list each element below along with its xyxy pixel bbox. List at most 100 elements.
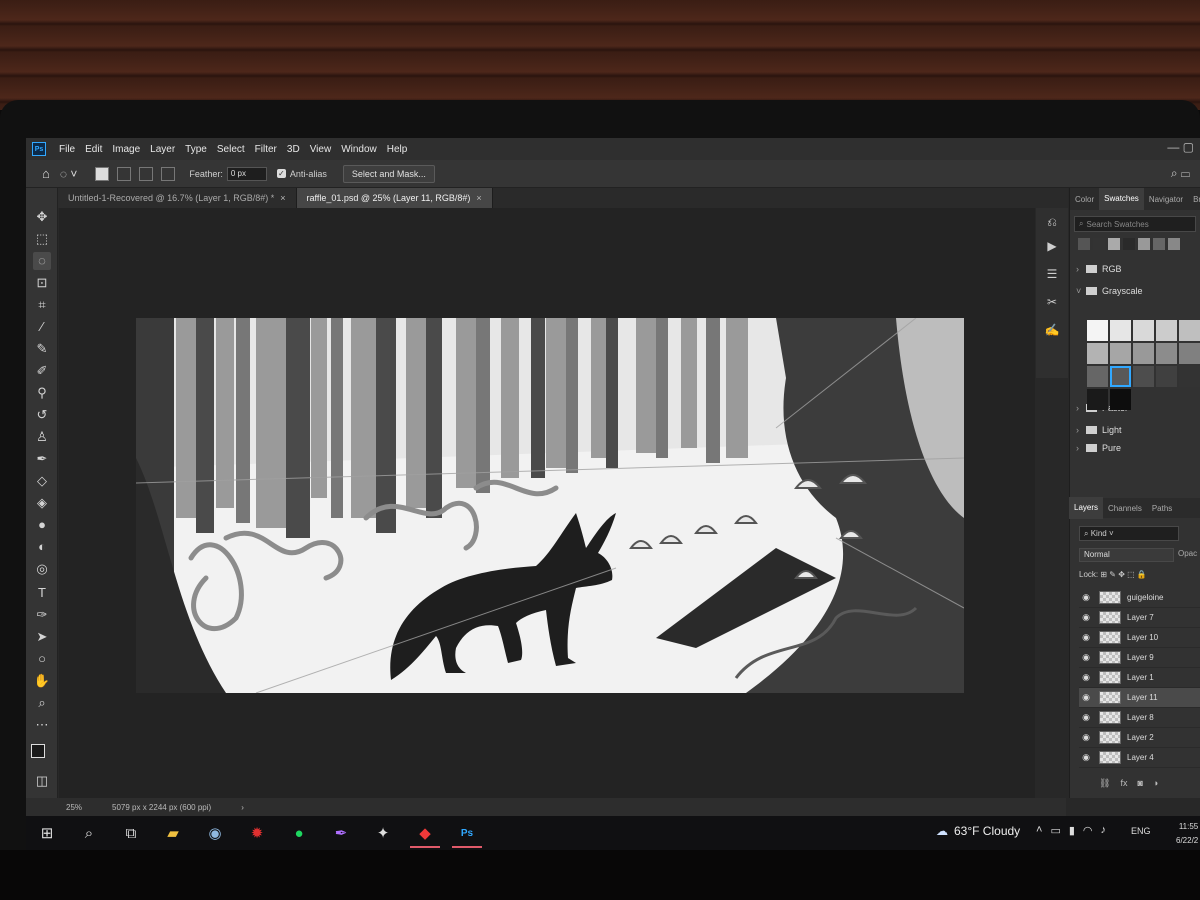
- swatch[interactable]: [1110, 389, 1131, 410]
- swatch[interactable]: [1138, 238, 1150, 250]
- swatch-folder-pure[interactable]: › Pure: [1070, 441, 1200, 455]
- history-icon[interactable]: ⎌: [1044, 214, 1060, 230]
- scissors-icon[interactable]: ✂: [1044, 294, 1060, 310]
- menu-window[interactable]: Window: [336, 144, 382, 155]
- art-history-brush-icon[interactable]: ✒: [33, 450, 51, 468]
- swatch[interactable]: [1087, 320, 1108, 341]
- paint-bucket-icon[interactable]: ◈: [33, 494, 51, 512]
- quick-mask-icon[interactable]: ◫: [33, 772, 51, 790]
- file-explorer-icon[interactable]: ▰: [152, 816, 194, 850]
- adjustments-icon[interactable]: ☰: [1044, 266, 1060, 282]
- volume-icon[interactable]: ♪: [1101, 824, 1107, 837]
- intersect-selection-icon[interactable]: [161, 166, 176, 181]
- swatch[interactable]: [1179, 343, 1200, 364]
- swatch[interactable]: [1087, 366, 1108, 387]
- brush-tool-icon[interactable]: ✐: [33, 362, 51, 380]
- layer-row[interactable]: ◉ Layer 2: [1079, 728, 1200, 748]
- dodge-tool-icon[interactable]: ◐: [33, 538, 51, 556]
- eye-icon[interactable]: ◉: [1079, 632, 1093, 643]
- window-controls[interactable]: — ▢: [1167, 140, 1194, 154]
- antialias-checkbox[interactable]: ✓: [276, 169, 286, 178]
- layer-row[interactable]: ◉ guigeloine: [1079, 588, 1200, 608]
- eye-icon[interactable]: ◉: [1079, 712, 1093, 723]
- swatch[interactable]: [1153, 238, 1165, 250]
- layer-filter-kind[interactable]: ⌕ Kind ˅: [1079, 526, 1179, 541]
- stamp-icon[interactable]: ♙: [33, 428, 51, 446]
- tab-channels[interactable]: Channels: [1103, 504, 1147, 513]
- tidal-icon[interactable]: ✦: [362, 816, 404, 850]
- tab-color[interactable]: Color: [1070, 195, 1099, 204]
- history-brush-icon[interactable]: ↺: [33, 406, 51, 424]
- mask-icon[interactable]: ◙: [1137, 778, 1142, 788]
- eye-icon[interactable]: ◉: [1079, 752, 1093, 763]
- wifi-icon[interactable]: ◠: [1083, 824, 1093, 837]
- language-indicator[interactable]: ENG: [1131, 826, 1151, 836]
- app-red-icon[interactable]: ✹: [236, 816, 278, 850]
- eyedropper-tool-icon[interactable]: ⁄: [33, 318, 51, 336]
- adjustment-icon[interactable]: ◑: [1153, 778, 1158, 788]
- zoom-level[interactable]: 25%: [66, 803, 82, 812]
- add-selection-icon[interactable]: [117, 166, 132, 181]
- layer-row[interactable]: ◉ Layer 10: [1079, 628, 1200, 648]
- clone-stamp-icon[interactable]: ⚲: [33, 384, 51, 402]
- tab-paths[interactable]: Paths: [1147, 504, 1177, 513]
- layer-row[interactable]: ◉ Layer 8: [1079, 708, 1200, 728]
- brush-settings-icon[interactable]: ✍: [1044, 322, 1060, 338]
- eraser-tool-icon[interactable]: ◇: [33, 472, 51, 490]
- swatch[interactable]: [1078, 238, 1090, 250]
- eye-icon[interactable]: ◉: [1079, 672, 1093, 683]
- tab-br[interactable]: Br: [1188, 195, 1200, 204]
- swatch[interactable]: [1133, 320, 1154, 341]
- lasso-tool-preset-icon[interactable]: ◌ ˅: [60, 167, 77, 181]
- spotify-icon[interactable]: ●: [278, 816, 320, 850]
- swatch[interactable]: [1110, 320, 1131, 341]
- swatch[interactable]: [1156, 366, 1177, 387]
- swatch-selected[interactable]: [1110, 366, 1131, 387]
- menu-layer[interactable]: Layer: [145, 144, 180, 155]
- feather-app-icon[interactable]: ✒: [320, 816, 362, 850]
- sponge-tool-icon[interactable]: ◎: [33, 560, 51, 578]
- menu-help[interactable]: Help: [382, 144, 413, 155]
- object-selection-icon[interactable]: ⊡: [33, 274, 51, 292]
- layer-row[interactable]: ◉ Layer 1: [1079, 668, 1200, 688]
- foreground-color-swatch[interactable]: [31, 744, 45, 758]
- play-icon[interactable]: ▶: [1044, 238, 1060, 254]
- swatch[interactable]: [1179, 320, 1200, 341]
- more-tools-icon[interactable]: ⋯: [33, 716, 51, 734]
- tab-raffle[interactable]: raffle_01.psd @ 25% (Layer 11, RGB/8#) ×: [296, 188, 493, 208]
- steam-icon[interactable]: ◉: [194, 816, 236, 850]
- tab-untitled-recovered[interactable]: Untitled-1-Recovered @ 16.7% (Layer 1, R…: [58, 188, 297, 208]
- swatch-folder-light[interactable]: › Light: [1070, 419, 1200, 441]
- eye-icon[interactable]: ◉: [1079, 732, 1093, 743]
- move-tool-icon[interactable]: ✥: [33, 208, 51, 226]
- menu-file[interactable]: File: [54, 144, 80, 155]
- blur-tool-icon[interactable]: ●: [33, 516, 51, 534]
- search-icon[interactable]: ⌕ ▭: [1171, 166, 1190, 181]
- weather-widget[interactable]: ☁ 63°F Cloudy: [936, 824, 1020, 838]
- close-icon[interactable]: ×: [280, 193, 285, 203]
- vivaldi-icon[interactable]: ◆: [404, 816, 446, 850]
- link-icon[interactable]: ⛓: [1099, 778, 1110, 789]
- search-icon[interactable]: ⌕: [68, 816, 110, 850]
- close-icon[interactable]: ×: [476, 193, 481, 203]
- chevron-right-icon[interactable]: ›: [241, 803, 244, 812]
- menu-type[interactable]: Type: [180, 144, 212, 155]
- menu-edit[interactable]: Edit: [80, 144, 107, 155]
- eye-icon[interactable]: ◉: [1079, 592, 1093, 603]
- tab-swatches[interactable]: Swatches: [1099, 188, 1144, 210]
- eye-icon[interactable]: ◉: [1079, 692, 1093, 703]
- tab-navigator[interactable]: Navigator: [1144, 195, 1188, 204]
- tab-layers[interactable]: Layers: [1069, 497, 1104, 519]
- swatch-folder-rgb[interactable]: › RGB: [1070, 258, 1200, 280]
- layer-row[interactable]: ◉ Layer 9: [1079, 648, 1200, 668]
- swatch[interactable]: [1156, 343, 1177, 364]
- swatch[interactable]: [1087, 343, 1108, 364]
- crop-tool-icon[interactable]: ⌗: [33, 296, 51, 314]
- swatch[interactable]: [1133, 366, 1154, 387]
- healing-brush-icon[interactable]: ✎: [33, 340, 51, 358]
- hand-tool-icon[interactable]: ✋: [33, 672, 51, 690]
- swatch[interactable]: [1179, 366, 1200, 387]
- swatch[interactable]: [1110, 343, 1131, 364]
- windows-start-icon[interactable]: ⊞: [26, 816, 68, 850]
- pen-tool-icon[interactable]: ✑: [33, 606, 51, 624]
